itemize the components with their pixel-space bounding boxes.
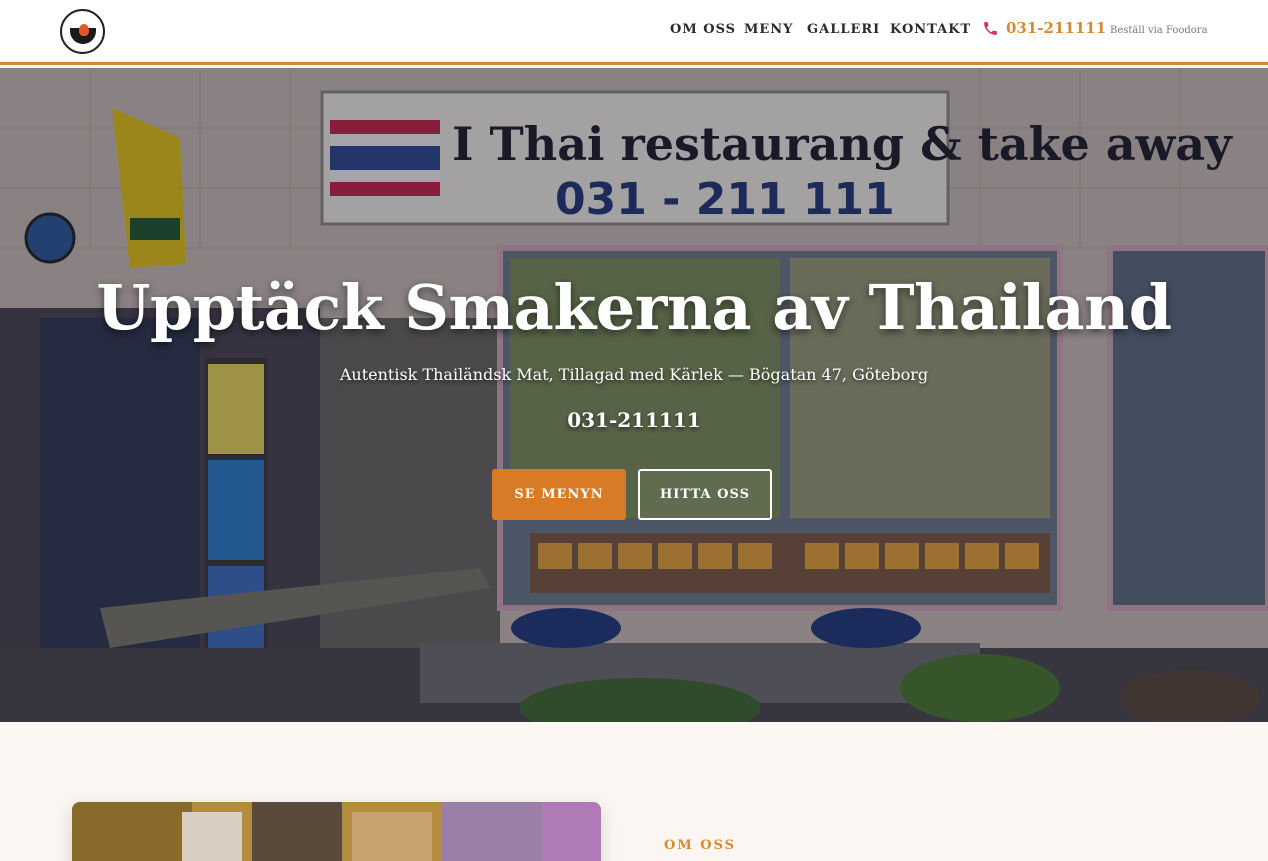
hero-section: I Thai restaurang & take away 031 - 211 … — [0, 68, 1268, 722]
about-section-label: OM OSS — [664, 838, 737, 853]
hero-title: Upptäck Smakerna av Thailand — [96, 271, 1172, 344]
hero-phone-number[interactable]: 031-211111 — [0, 408, 1268, 432]
main-nav: OM OSS MENY GALLERI KONTAKT 031-211111 B… — [0, 0, 1268, 62]
foodora-link[interactable]: Beställ via Foodora — [1110, 25, 1208, 36]
nav-link-meny[interactable]: MENY — [744, 22, 793, 37]
site-header: OM OSS MENY GALLERI KONTAKT 031-211111 B… — [0, 0, 1268, 65]
header-phone-number: 031-211111 — [1006, 19, 1107, 37]
nav-link-om-oss[interactable]: OM OSS — [670, 22, 736, 37]
about-photo — [72, 802, 601, 861]
header-phone-link[interactable]: 031-211111 — [982, 19, 1106, 37]
about-section: OM OSS — [0, 722, 1268, 861]
nav-link-galleri[interactable]: GALLERI — [807, 22, 880, 37]
see-menu-button[interactable]: SE MENYN — [492, 469, 626, 520]
phone-icon — [982, 20, 998, 36]
find-us-button[interactable]: HITTA OSS — [638, 469, 772, 520]
hero-subtitle: Autentisk Thailändsk Mat, Tillagad med K… — [339, 365, 929, 384]
hero-overlay — [0, 68, 1268, 722]
nav-link-kontakt[interactable]: KONTAKT — [890, 22, 971, 37]
